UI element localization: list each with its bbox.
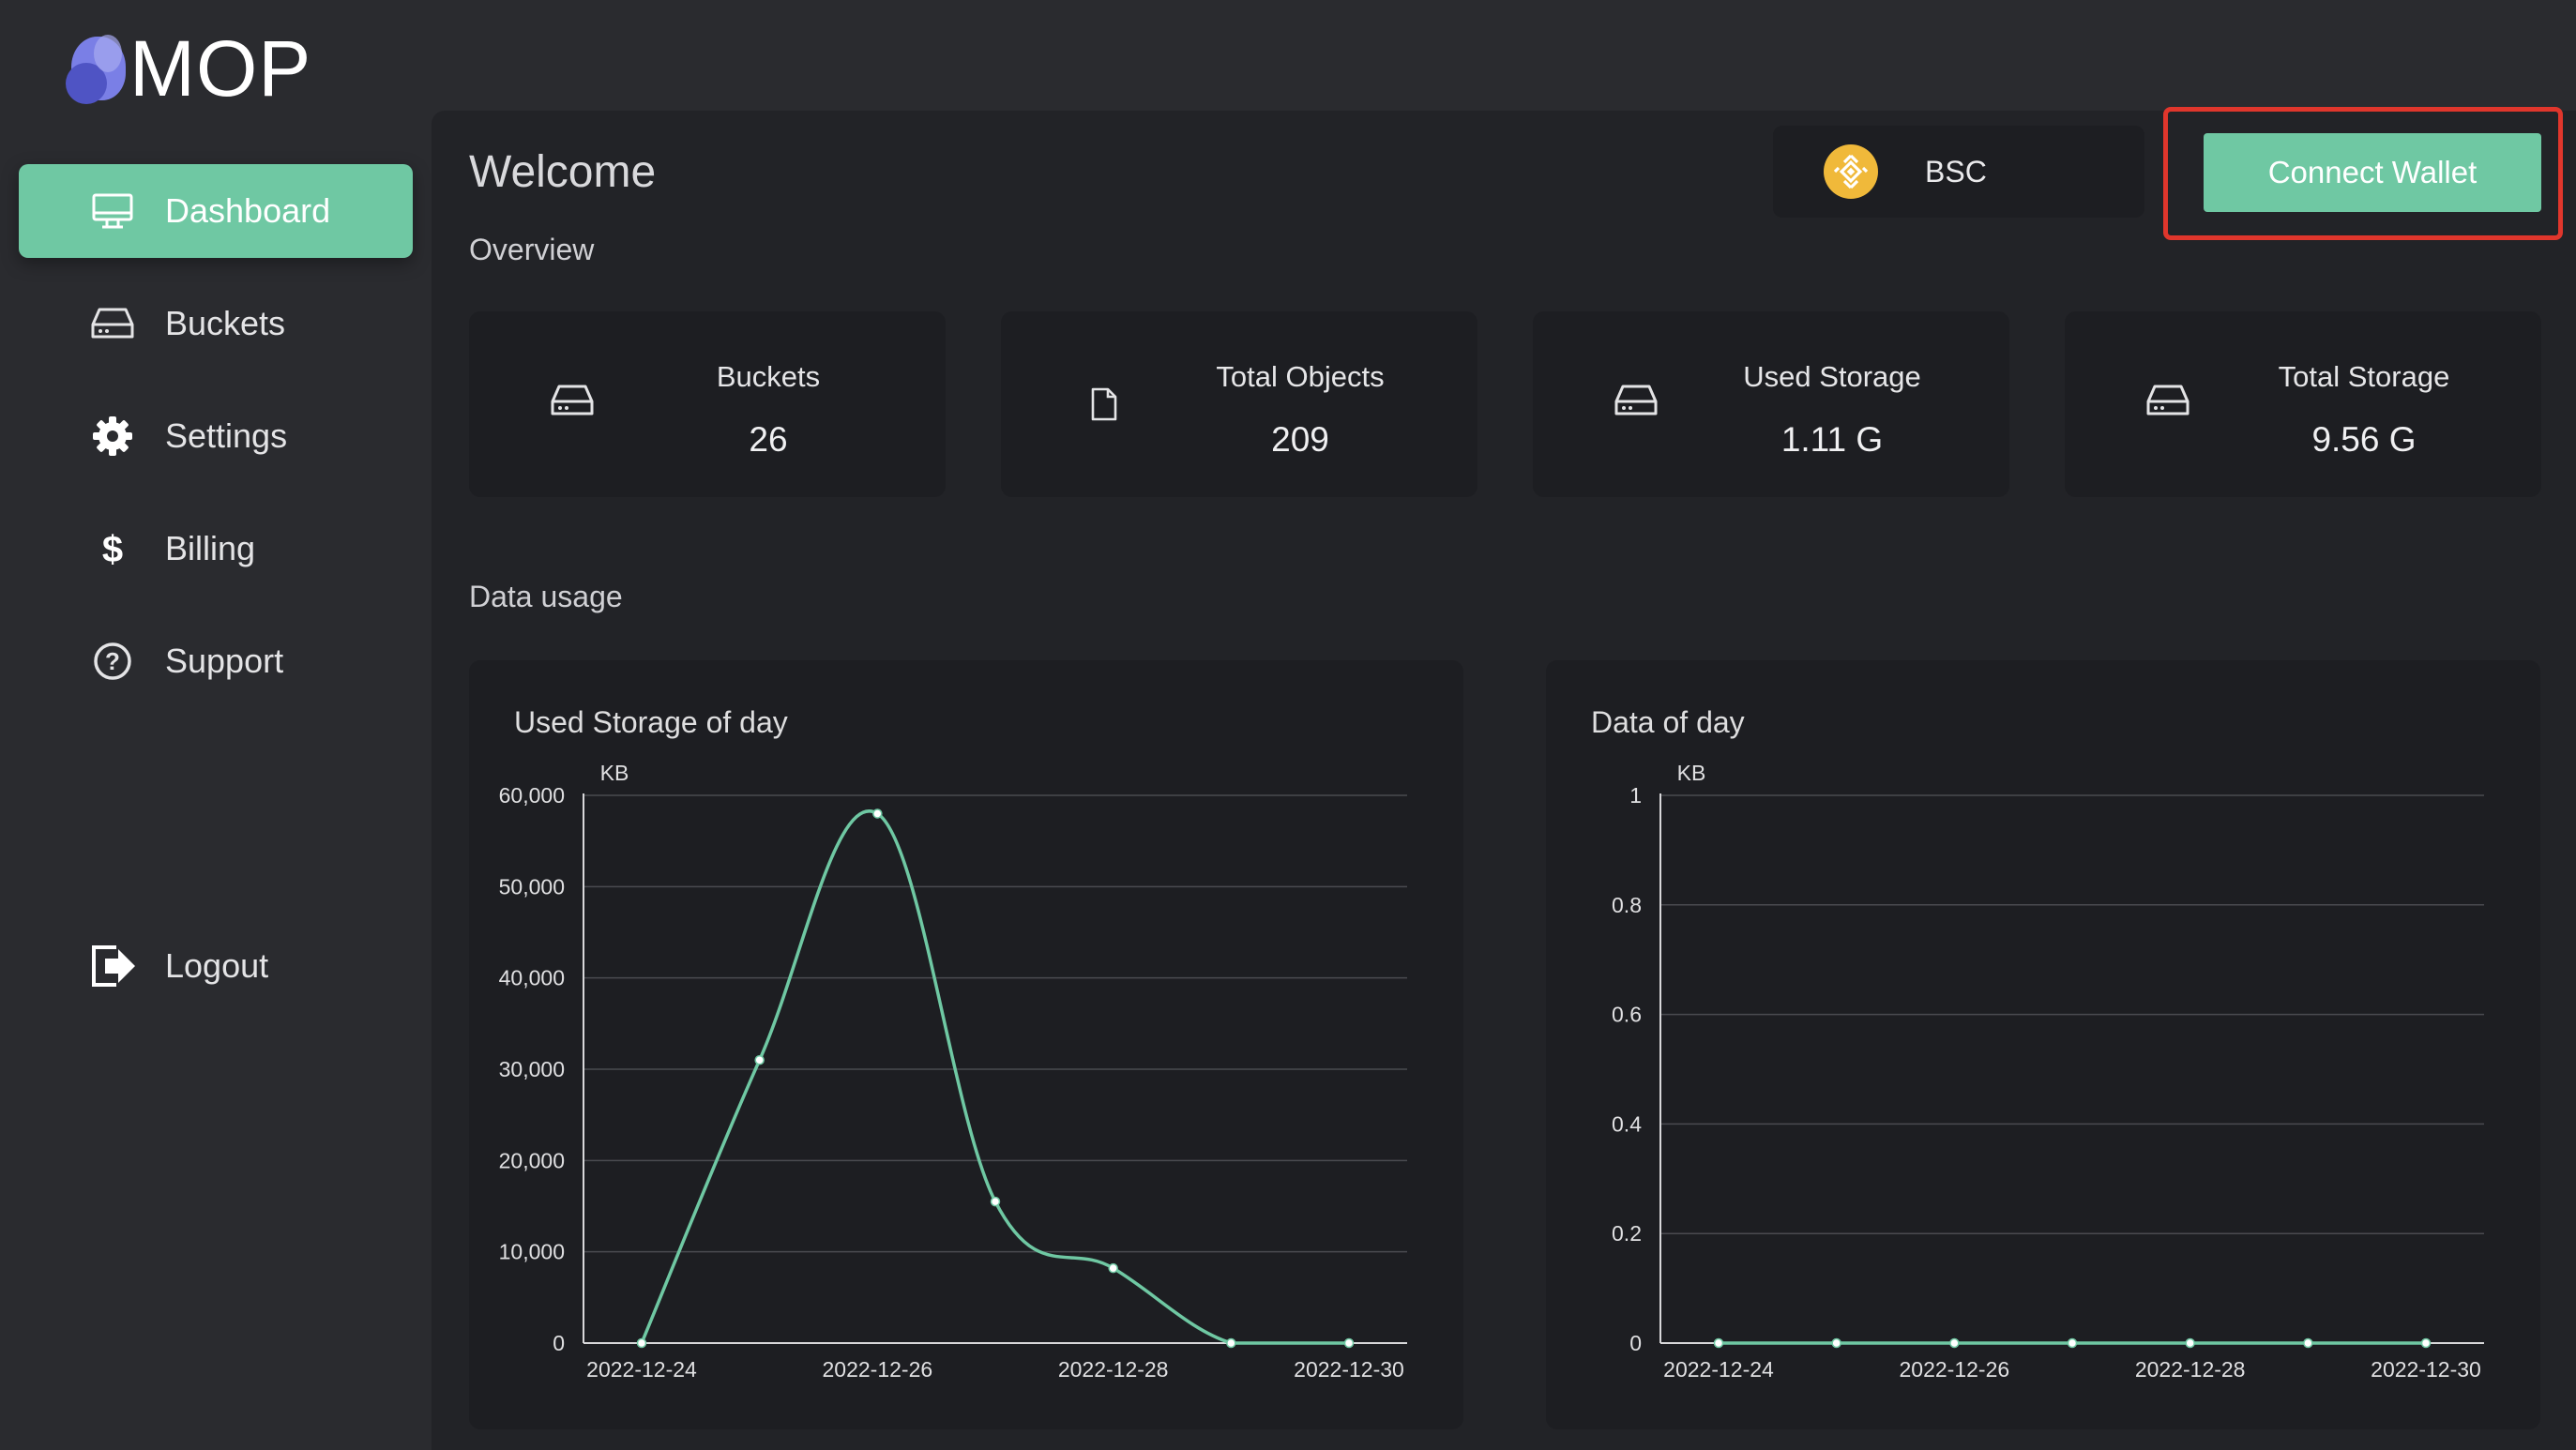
data-point [1226, 1337, 1236, 1349]
stat-card-total-storage: Total Storage 9.56 G [2065, 311, 2541, 497]
logout-icon [84, 944, 141, 989]
overview-heading: Overview [469, 233, 595, 266]
sidebar-item-dashboard[interactable]: Dashboard [19, 164, 413, 258]
y-axis-unit-label: KB [1677, 761, 1706, 785]
gear-icon [84, 415, 141, 458]
sidebar-item-support[interactable]: ? Support [19, 614, 413, 708]
main-panel: Welcome Overview BSC Connect Wallet Buck… [432, 107, 2576, 1450]
y-axis-unit-label: KB [600, 761, 629, 785]
drive-icon [2145, 383, 2190, 423]
data-point [754, 1055, 765, 1065]
y-tick-label: 0.6 [1612, 1003, 1642, 1027]
y-tick-label: 50,000 [499, 874, 565, 899]
stat-card-used-storage: Used Storage 1.11 G [1533, 311, 2009, 497]
data-of-day-chart: 0 0.2 0.4 0.6 0.8 1 KB 2022-12-24 2022-12-26 2022… [1612, 761, 2484, 1382]
stat-value: 1.11 G [1780, 420, 1884, 459]
sidebar-item-buckets[interactable]: Buckets [19, 277, 413, 370]
stat-value: 26 [749, 420, 788, 459]
series-line [640, 809, 1350, 1345]
x-tick-label: 2022-12-30 [2371, 1357, 2481, 1382]
data-point [1713, 1337, 1724, 1349]
stat-card-total-objects: Total Objects 209 [1001, 311, 1477, 497]
data-point [1343, 1337, 1355, 1349]
y-tick-label: 0.4 [1612, 1111, 1642, 1136]
sidebar-item-billing[interactable]: $ Billing [19, 502, 413, 596]
svg-text:?: ? [105, 647, 120, 675]
y-tick-label: 40,000 [499, 966, 565, 990]
x-tick-label: 2022-12-28 [1058, 1357, 1169, 1382]
data-point [636, 1337, 647, 1349]
logout-button[interactable]: Logout [19, 919, 413, 1013]
drive-icon [84, 306, 141, 341]
x-tick-label: 2022-12-24 [586, 1357, 697, 1382]
y-tick-label: 20,000 [499, 1148, 565, 1172]
y-tick-label: 1 [1629, 783, 1642, 808]
network-selector[interactable]: BSC [1773, 126, 2144, 218]
bnb-coin-icon [1824, 144, 1878, 199]
stat-title: Used Storage [1743, 360, 1921, 393]
drive-icon [1614, 383, 1659, 423]
svg-text:$: $ [102, 529, 123, 569]
data-point [2185, 1337, 2195, 1349]
sidebar-item-label: Buckets [165, 304, 286, 342]
app-logo: MOP [66, 23, 312, 113]
stat-card-buckets: Buckets 26 [469, 311, 946, 497]
network-label: BSC [1925, 154, 1987, 189]
stat-value: 209 [1271, 420, 1329, 459]
chart-card-used-storage: Used Storage of day 0 10,000 20,000 30,000 4… [469, 660, 1463, 1429]
logo-mark-icon [66, 31, 126, 106]
question-circle-icon: ? [84, 641, 141, 682]
file-icon [1089, 386, 1119, 427]
data-point [2303, 1337, 2313, 1349]
y-tick-label: 0 [553, 1331, 565, 1355]
chart-card-data-of-day: Data of day 0 0.2 0.4 0.6 0.8 1 KB 2022-12-24 20… [1546, 660, 2540, 1429]
x-tick-label: 2022-12-30 [1294, 1357, 1404, 1382]
stat-title: Total Objects [1216, 360, 1385, 393]
y-tick-label: 60,000 [499, 783, 565, 808]
data-point [1949, 1337, 1960, 1349]
sidebar-nav: Dashboard Buckets Settings $ Billing ? S… [19, 164, 413, 727]
stat-title: Buckets [716, 360, 821, 393]
dollar-icon: $ [84, 528, 141, 569]
page-title: Welcome [469, 147, 657, 197]
x-tick-label: 2022-12-26 [823, 1357, 933, 1382]
stat-value: 9.56 G [2311, 420, 2417, 459]
used-storage-chart: 0 10,000 20,000 30,000 40,000 50,000 60,000 KB 2… [499, 761, 1407, 1382]
data-point [990, 1196, 1001, 1207]
y-tick-label: 0.2 [1612, 1221, 1642, 1246]
x-tick-label: 2022-12-24 [1663, 1357, 1774, 1382]
x-tick-label: 2022-12-26 [1900, 1357, 2010, 1382]
drive-icon [550, 383, 595, 423]
sidebar-item-label: Settings [165, 416, 288, 455]
data-usage-heading: Data usage [469, 580, 623, 613]
sidebar-item-settings[interactable]: Settings [19, 389, 413, 483]
logout-label: Logout [165, 946, 269, 985]
data-point [872, 808, 883, 819]
stat-title: Total Storage [2278, 360, 2450, 393]
app-name: MOP [129, 23, 312, 113]
data-point [1108, 1262, 1118, 1274]
connect-wallet-button[interactable]: Connect Wallet [2204, 133, 2541, 212]
monitor-icon [84, 192, 141, 230]
y-tick-label: 30,000 [499, 1057, 565, 1081]
y-tick-label: 0 [1629, 1331, 1642, 1355]
y-tick-label: 0.8 [1612, 893, 1642, 917]
data-point [2420, 1337, 2432, 1349]
data-point [2067, 1337, 2078, 1349]
data-point [1831, 1337, 1841, 1349]
sidebar-item-label: Support [165, 642, 284, 680]
sidebar-item-label: Dashboard [165, 191, 331, 230]
y-tick-label: 10,000 [499, 1240, 565, 1264]
sidebar-item-label: Billing [165, 529, 256, 567]
x-tick-label: 2022-12-28 [2135, 1357, 2246, 1382]
